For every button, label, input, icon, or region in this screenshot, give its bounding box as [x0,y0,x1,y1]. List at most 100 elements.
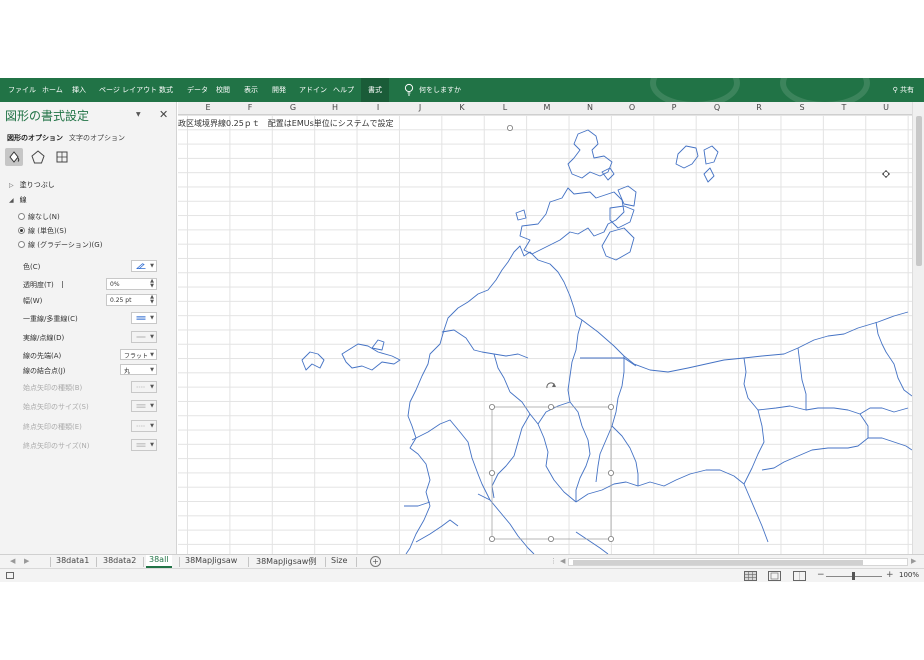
compound-type-dropdown[interactable]: ▼ [131,312,157,324]
chevron-down-icon: ▼ [150,352,154,358]
zoom-out-button[interactable]: − [817,570,825,580]
sheet-tab-active[interactable]: 38all [146,555,172,568]
worksheet-grid[interactable]: E F G H I J K L M N O P Q R S T U 政区域境界線… [178,102,912,554]
tab-shape-options[interactable]: 図形のオプション [7,133,63,143]
macro-record-icon[interactable] [6,572,14,579]
size-properties-icon[interactable] [53,148,71,166]
tab-file[interactable]: ファイル [8,85,36,95]
join-type-label: 線の結合点(J) [23,367,66,375]
zoom-slider-thumb[interactable] [852,572,855,580]
compound-line-icon [136,316,146,320]
transparency-label: 透明度(T) [23,281,54,289]
ribbon-decoration [780,78,870,102]
sheet-tab[interactable]: Size [331,556,347,565]
tab-review[interactable]: 校閲 [216,85,230,95]
join-type-dropdown[interactable]: 丸 ▼ [120,364,157,375]
dash-type-dropdown[interactable]: ▼ [131,331,157,343]
map-shapes[interactable] [178,102,912,554]
radio-label: 線 (グラデーション)(G) [28,241,103,249]
move-cursor-icon [882,170,890,178]
tab-view[interactable]: 表示 [244,85,258,95]
person-icon: ⚲ [892,86,898,94]
begin-arrow-type-label: 始点矢印の種類(B) [23,384,83,392]
tab-divider [325,557,326,567]
radio-button[interactable] [18,227,25,234]
scroll-thumb[interactable] [573,560,863,565]
chevron-down-icon: ▼ [150,263,154,269]
scroll-thumb[interactable] [916,116,922,266]
sheet-tab[interactable]: 38data1 [56,556,89,565]
tell-me-search[interactable]: 何をしますか [419,85,461,95]
format-shape-pane: 図形の書式設定 ▼ ✕ 図形のオプション 文字のオプション ▷ 塗りつぶし ◢ … [0,102,177,554]
tab-help[interactable]: ヘルプ [333,85,354,95]
transparency-input[interactable]: 0% ▲ ▼ [106,278,157,290]
effects-icon[interactable] [29,148,47,166]
tab-addins[interactable]: アドイン [299,85,327,95]
chevron-down-icon: ▼ [150,315,154,321]
chevron-down-icon: ▼ [150,442,154,448]
tab-developer[interactable]: 開発 [272,85,286,95]
tab-formulas[interactable]: 数式 [159,85,173,95]
sheet-tab[interactable]: 38MapJigsaw [185,556,237,565]
split-handle-icon[interactable]: ⋮ [550,557,557,565]
page-break-view-icon[interactable] [793,571,806,581]
close-icon[interactable]: ✕ [159,108,168,121]
vertical-scrollbar[interactable] [912,102,924,554]
tab-home[interactable]: ホーム [42,85,63,95]
scroll-left-icon[interactable]: ◀ [10,557,15,565]
radio-button[interactable] [18,241,25,248]
lightbulb-icon [404,83,414,96]
tab-insert[interactable]: 挿入 [72,85,86,95]
zoom-in-button[interactable]: + [886,570,894,580]
cap-type-dropdown[interactable]: フラット ▼ [120,349,157,360]
arrow-type-icon [136,425,146,427]
status-bar: − + 100% [0,568,924,582]
sheet-tab[interactable]: 38data2 [103,556,136,565]
tab-divider [248,557,249,567]
radio-gradient-line[interactable]: 線 (グラデーション)(G) [18,240,102,250]
fill-line-icon[interactable] [5,148,23,166]
radio-solid-line[interactable]: 線 (単色)(S) [18,226,67,236]
radio-label: 線なし(N) [28,213,60,221]
tab-text-options[interactable]: 文字のオプション [69,133,125,143]
zoom-level[interactable]: 100% [899,571,919,579]
arrow-type-icon [136,386,146,388]
ribbon-decoration [650,78,740,102]
chevron-down-icon: ▼ [150,423,154,429]
spinner-icon[interactable]: ▲ ▼ [150,295,154,305]
spinner-icon[interactable]: ▲ ▼ [150,279,154,289]
chevron-down-icon: ◢ [9,197,14,204]
tab-format[interactable]: 書式 [361,78,389,102]
selection-frame[interactable] [488,124,614,542]
rotate-handle-icon[interactable] [546,382,556,389]
scroll-left-icon[interactable]: ◀ [560,557,565,565]
horizontal-scrollbar[interactable] [568,558,908,566]
fill-section-label: 塗りつぶし [19,181,55,189]
chevron-right-icon: ▷ [9,182,14,189]
sheet-tab[interactable]: 38MapJigsaw例 [256,556,316,567]
radio-label: 線 (単色)(S) [28,227,67,235]
begin-arrow-type-dropdown: ▼ [131,381,157,393]
pane-options-chevron-icon[interactable]: ▼ [136,111,141,118]
tab-page-layout[interactable]: ページ レイアウト [99,85,157,95]
line-section-header[interactable]: ◢ 線 [9,195,27,205]
radio-button[interactable] [18,213,25,220]
line-color-dropdown[interactable]: ▼ [131,260,157,272]
tab-data[interactable]: データ [187,85,208,95]
share-label: 共有 [900,86,914,94]
share-button[interactable]: ⚲ 共有 [893,85,914,95]
page-layout-view-icon[interactable] [768,571,781,581]
width-value: 0.25 pt [110,297,132,304]
transparency-slider[interactable] [62,281,63,288]
radio-no-line[interactable]: 線なし(N) [18,212,60,222]
chevron-down-icon: ▼ [150,403,154,409]
scroll-right-icon[interactable]: ▶ [24,557,29,565]
tab-divider [50,557,51,567]
normal-view-icon[interactable] [744,571,757,581]
add-sheet-button[interactable]: + [370,556,381,567]
fill-section-header[interactable]: ▷ 塗りつぶし [9,180,55,190]
boundary-lines[interactable] [301,129,912,554]
end-arrow-type-label: 終点矢印の種類(E) [23,423,82,431]
width-input[interactable]: 0.25 pt ▲ ▼ [106,294,157,306]
scroll-right-icon[interactable]: ▶ [911,557,916,565]
